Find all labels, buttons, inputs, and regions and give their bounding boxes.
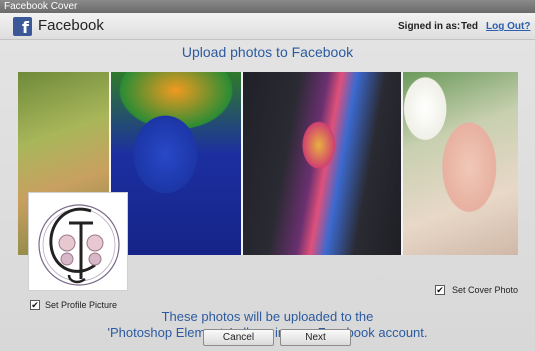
upload-info-line-1: These photos will be uploaded to the	[161, 309, 374, 324]
window-title-bar: Facebook Cover	[0, 0, 535, 13]
profile-monogram-logo	[38, 204, 120, 286]
cover-photo-panel-3	[242, 72, 402, 255]
logout-link[interactable]: Log Out?	[486, 21, 530, 32]
facebook-logo-icon: f	[13, 17, 32, 36]
cancel-button[interactable]: Cancel	[203, 329, 274, 346]
cover-photo-panel-4	[402, 72, 518, 255]
set-cover-photo-checkbox[interactable]: ✔	[435, 285, 445, 295]
panel-divider	[241, 72, 243, 255]
window-title: Facebook Cover	[4, 1, 78, 12]
next-button[interactable]: Next	[280, 329, 351, 346]
facebook-app-name: Facebook	[38, 17, 104, 34]
page-title: Upload photos to Facebook	[181, 44, 354, 60]
dialog-window: f Facebook Signed in as: Ted Log Out? Up…	[0, 13, 535, 351]
signed-in-label: Signed in as:	[398, 21, 461, 32]
set-cover-photo-label[interactable]: Set Cover Photo	[452, 285, 518, 295]
profile-picture-preview	[28, 192, 128, 291]
facebook-header: f Facebook Signed in as: Ted Log Out?	[0, 13, 535, 40]
signed-in-user: Ted	[461, 21, 479, 32]
cover-photo-panel-2	[110, 72, 242, 255]
panel-divider	[401, 72, 403, 255]
